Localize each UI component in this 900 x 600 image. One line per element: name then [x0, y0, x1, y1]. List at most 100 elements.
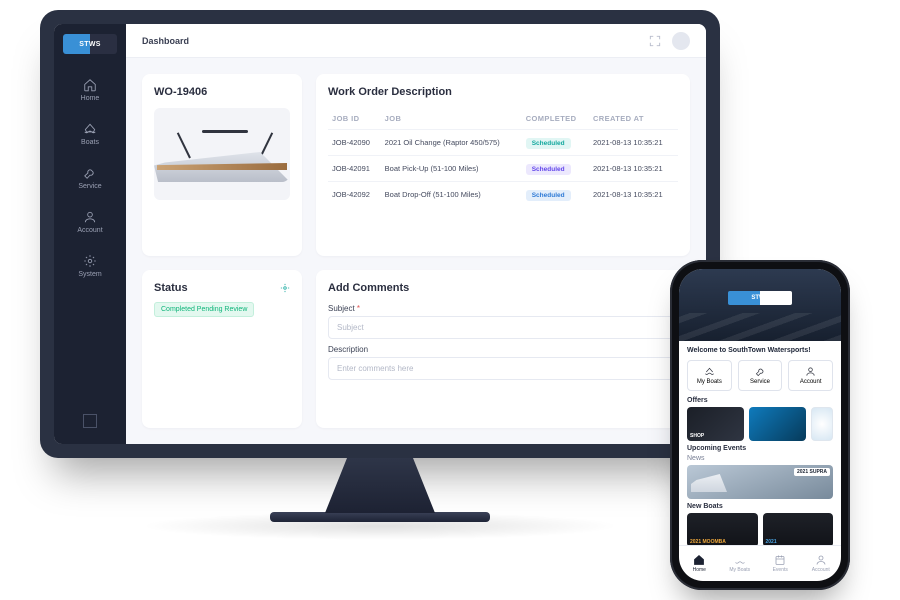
service-button[interactable]: Service — [738, 360, 783, 391]
subject-input[interactable] — [328, 316, 678, 339]
status-card: Status Completed Pending Review — [142, 270, 302, 429]
tab-label: Account — [812, 567, 830, 573]
monitor-shadow — [140, 512, 620, 540]
tab-my-boats[interactable]: My Boats — [720, 546, 761, 581]
tab-label: Home — [693, 567, 706, 573]
cell-status: Scheduled — [522, 130, 589, 156]
cell-job: 2021 Oil Change (Raptor 450/575) — [381, 130, 522, 156]
button-label: Service — [750, 379, 770, 385]
mobile-phone: STWS Welcome to SouthTown Watersports! M… — [670, 260, 850, 590]
cell-status: Scheduled — [522, 182, 589, 208]
boat-icon — [83, 122, 97, 136]
sidebar-collapse-icon[interactable] — [83, 414, 97, 428]
status-title: Status — [154, 282, 188, 294]
button-label: My Boats — [697, 379, 722, 385]
offer-tile[interactable] — [749, 407, 806, 441]
newboat-tile[interactable]: 2021 MOOMBA — [687, 513, 758, 545]
sidebar-item-account[interactable]: Account — [54, 200, 126, 244]
home-icon — [83, 78, 97, 92]
news-heading: News — [687, 455, 833, 462]
sidebar-item-system[interactable]: System — [54, 244, 126, 288]
cell-status: Scheduled — [522, 156, 589, 182]
sidebar-item-service[interactable]: Service — [54, 156, 126, 200]
welcome-text: Welcome to SouthTown Watersports! — [687, 347, 833, 354]
sidebar-item-home[interactable]: Home — [54, 68, 126, 112]
events-heading: Upcoming Events — [687, 445, 833, 452]
brand-logo[interactable]: STWS — [63, 34, 117, 54]
events-row: 2021 SUPRA — [687, 465, 833, 499]
subject-label: Subject * — [328, 304, 678, 313]
my-boats-button[interactable]: My Boats — [687, 360, 732, 391]
section-title: Add Comments — [328, 282, 678, 294]
main-panel: Dashboard WO-19406 — [126, 24, 706, 444]
status-settings-icon[interactable] — [280, 283, 290, 293]
sidebar-item-label: Account — [77, 227, 102, 234]
offers-heading: Offers — [687, 397, 833, 404]
sidebar-item-label: Boats — [81, 139, 99, 146]
quick-actions: My Boats Service Account — [687, 360, 833, 391]
mobile-body: Welcome to SouthTown Watersports! My Boa… — [679, 341, 841, 545]
section-title: Work Order Description — [328, 86, 678, 98]
sidebar: STWS Home Boats Service Account — [54, 24, 126, 444]
col-created: CREATED AT — [589, 108, 678, 130]
tab-label: Events — [773, 567, 788, 573]
col-job: JOB — [381, 108, 522, 130]
expand-icon[interactable] — [648, 34, 662, 48]
event-year-badge: 2021 SUPRA — [794, 468, 830, 476]
avatar[interactable] — [672, 32, 690, 50]
col-completed: COMPLETED — [522, 108, 589, 130]
cell-created: 2021-08-13 10:35:21 — [589, 130, 678, 156]
tab-home[interactable]: Home — [679, 546, 720, 581]
description-input[interactable] — [328, 357, 678, 380]
tab-events[interactable]: Events — [760, 546, 801, 581]
app-window: STWS Home Boats Service Account — [54, 24, 706, 444]
work-order-id: WO-19406 — [154, 86, 290, 98]
offer-tile[interactable] — [811, 407, 833, 441]
cell-job-id: JOB-42092 — [328, 182, 381, 208]
cell-job: Boat Drop-Off (51-100 Miles) — [381, 182, 522, 208]
gear-icon — [83, 254, 97, 268]
jobs-table: JOB ID JOB COMPLETED CREATED AT JOB-4209… — [328, 108, 678, 207]
tab-label: My Boats — [729, 567, 750, 573]
table-row[interactable]: JOB-42092Boat Drop-Off (51-100 Miles)Sch… — [328, 182, 678, 208]
topbar: Dashboard — [126, 24, 706, 58]
table-row[interactable]: JOB-42091Boat Pick-Up (51-100 Miles)Sche… — [328, 156, 678, 182]
table-row[interactable]: JOB-420902021 Oil Change (Raptor 450/575… — [328, 130, 678, 156]
offers-row: SHOP — [687, 407, 833, 441]
button-label: Account — [800, 379, 822, 385]
desktop-monitor: STWS Home Boats Service Account — [40, 10, 720, 522]
event-tile[interactable]: 2021 SUPRA — [687, 465, 833, 499]
newboats-heading: New Boats — [687, 503, 833, 510]
sidebar-item-boats[interactable]: Boats — [54, 112, 126, 156]
boat-image — [154, 108, 290, 200]
cell-job-id: JOB-42091 — [328, 156, 381, 182]
offer-tile[interactable]: SHOP — [687, 407, 744, 441]
sidebar-item-label: Home — [81, 95, 100, 102]
user-icon — [83, 210, 97, 224]
content-grid: WO-19406 Work Order Description — [126, 58, 706, 444]
add-comments-card: Add Comments Subject * Description — [316, 270, 690, 429]
work-order-card: WO-19406 — [142, 74, 302, 256]
sidebar-item-label: System — [78, 271, 101, 278]
cell-created: 2021-08-13 10:35:21 — [589, 156, 678, 182]
col-job-id: JOB ID — [328, 108, 381, 130]
mobile-brand-logo: STWS — [728, 291, 792, 305]
cell-created: 2021-08-13 10:35:21 — [589, 182, 678, 208]
sidebar-item-label: Service — [78, 183, 101, 190]
mobile-tabbar: Home My Boats Events Account — [679, 545, 841, 581]
phone-screen: STWS Welcome to SouthTown Watersports! M… — [679, 269, 841, 581]
tab-account[interactable]: Account — [801, 546, 842, 581]
account-button[interactable]: Account — [788, 360, 833, 391]
cell-job-id: JOB-42090 — [328, 130, 381, 156]
mobile-header: STWS — [679, 269, 841, 341]
page-title: Dashboard — [142, 36, 189, 46]
newboats-row: 2021 MOOMBA 2021 — [687, 513, 833, 545]
description-label: Description — [328, 345, 678, 354]
monitor-stand — [325, 458, 435, 513]
work-order-description-card: Work Order Description JOB ID JOB COMPLE… — [316, 74, 690, 256]
cell-job: Boat Pick-Up (51-100 Miles) — [381, 156, 522, 182]
newboat-tile[interactable]: 2021 — [763, 513, 834, 545]
monitor-screen: STWS Home Boats Service Account — [40, 10, 720, 458]
status-badge: Completed Pending Review — [154, 302, 254, 317]
wrench-icon — [83, 166, 97, 180]
